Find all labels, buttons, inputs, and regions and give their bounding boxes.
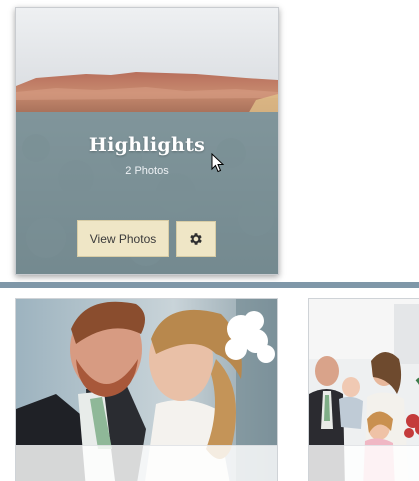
photo-caption-strip	[16, 445, 277, 481]
gear-icon	[188, 231, 204, 247]
album-card-highlights[interactable]: Highlights 2 Photos View Photos	[15, 7, 279, 275]
photo-card-family[interactable]	[308, 298, 419, 481]
photo-card-wedding[interactable]	[15, 298, 278, 481]
photo-caption-strip	[309, 445, 419, 481]
album-settings-button[interactable]	[176, 221, 216, 257]
mouse-cursor-icon	[211, 153, 225, 173]
photo-count: 2 Photos	[125, 165, 169, 177]
section-divider	[0, 282, 419, 288]
album-title: Highlights	[88, 134, 206, 156]
view-photos-button[interactable]: View Photos	[77, 220, 169, 257]
album-gallery: Highlights 2 Photos View Photos	[0, 0, 419, 481]
